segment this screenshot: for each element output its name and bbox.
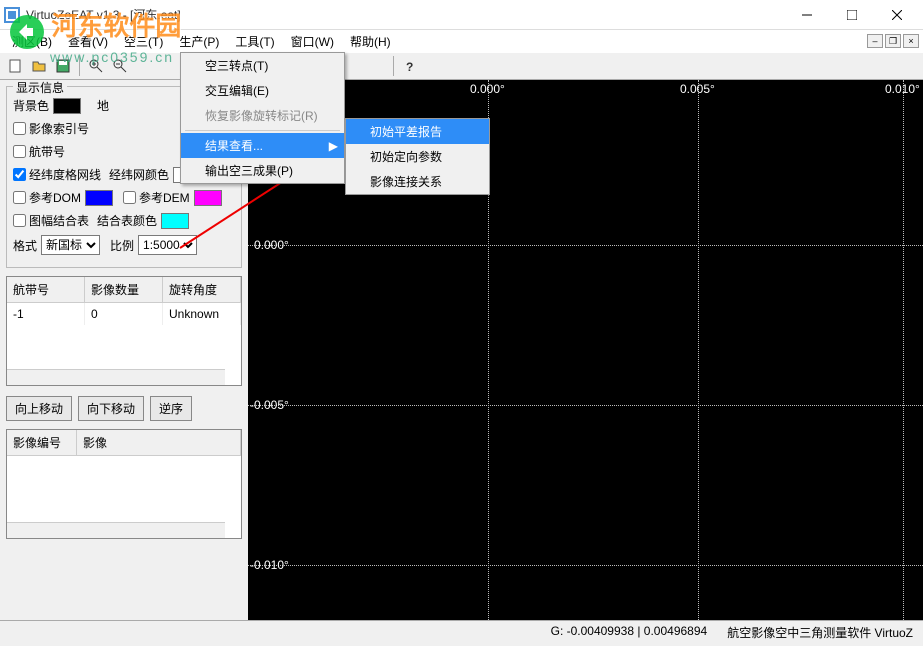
bgcolor-label: 背景色 — [13, 97, 49, 114]
menuitem-initial-adjustment[interactable]: 初始平差报告 — [346, 119, 489, 144]
strip-no-checkbox[interactable] — [13, 145, 26, 158]
scrollbar-horizontal[interactable] — [7, 522, 225, 538]
status-coords: G: -0.00409938 | 0.00496894 — [551, 624, 708, 641]
maximize-button[interactable] — [829, 1, 874, 29]
menu-view[interactable]: 查看(V) — [60, 31, 116, 52]
sheet-table-checkbox[interactable] — [13, 214, 26, 227]
scale-label: 比例 — [110, 237, 134, 254]
bgcolor-swatch[interactable] — [53, 98, 81, 114]
th-count: 影像数量 — [85, 277, 163, 302]
titlebar: VirtuoZoEAT v1.3 - [河东.eat] — [0, 0, 923, 30]
scrollbar-horizontal[interactable] — [7, 369, 225, 385]
th-rot: 旋转角度 — [163, 277, 241, 302]
menu-help[interactable]: 帮助(H) — [342, 31, 399, 52]
help-icon[interactable]: ? — [399, 55, 421, 77]
ref-dom-label: 参考DOM — [29, 189, 81, 206]
th-img: 影像 — [77, 430, 241, 455]
th-imgid: 影像编号 — [7, 430, 77, 455]
menu-area[interactable]: 测区(B) — [4, 31, 60, 52]
dem-color-swatch[interactable] — [194, 190, 222, 206]
menu-produce[interactable]: 生产(P) — [171, 31, 227, 52]
grid-color-label: 经纬网颜色 — [109, 166, 169, 183]
latlon-grid-label: 经纬度格网线 — [29, 166, 101, 183]
statusbar: G: -0.00409938 | 0.00496894 航空影像空中三角测量软件… — [0, 620, 923, 644]
save-icon[interactable] — [52, 55, 74, 77]
app-icon — [4, 7, 20, 23]
menuitem-image-connection[interactable]: 影像连接关系 — [346, 169, 489, 194]
menuitem-restore-rotation: 恢复影像旋转标记(R) — [181, 103, 344, 128]
sheet-color-label: 结合表颜色 — [97, 212, 157, 229]
strip-table: 航带号 影像数量 旋转角度 -1 0 Unknown — [6, 276, 242, 386]
move-down-button[interactable]: 向下移动 — [78, 396, 144, 421]
x-tick-2: 0.010° — [885, 82, 920, 96]
menuitem-view-results[interactable]: 结果查看... ▶ — [181, 133, 344, 158]
image-table: 影像编号 影像 — [6, 429, 242, 539]
menuitem-interactive-edit[interactable]: 交互编辑(E) — [181, 78, 344, 103]
menuitem-export-at[interactable]: 输出空三成果(P) — [181, 158, 344, 183]
format-label: 格式 — [13, 237, 37, 254]
format-select[interactable]: 新国标 — [41, 235, 100, 255]
menuitem-initial-orientation[interactable]: 初始定向参数 — [346, 144, 489, 169]
y-tick-0: 0.000° — [254, 238, 289, 252]
minimize-button[interactable] — [784, 1, 829, 29]
y-tick-2: -0.010° — [250, 558, 289, 572]
new-icon[interactable] — [4, 55, 26, 77]
y-tick-1: -0.005° — [250, 398, 289, 412]
ref-dem-checkbox[interactable] — [123, 191, 136, 204]
scale-select[interactable]: 1:5000 — [138, 235, 197, 255]
open-icon[interactable] — [28, 55, 50, 77]
image-index-label: 影像索引号 — [29, 120, 89, 137]
status-appname: 航空影像空中三角测量软件 VirtuoZ — [727, 624, 913, 641]
reverse-button[interactable]: 逆序 — [150, 396, 192, 421]
toolbar: ? — [0, 52, 923, 80]
menu-window[interactable]: 窗口(W) — [283, 31, 342, 52]
dom-color-swatch[interactable] — [85, 190, 113, 206]
mdi-close-button[interactable]: × — [903, 34, 919, 48]
sheet-color-swatch[interactable] — [161, 213, 189, 229]
menubar: 测区(B) 查看(V) 空三(T) 生产(P) 工具(T) 窗口(W) 帮助(H… — [0, 30, 923, 52]
image-index-checkbox[interactable] — [13, 122, 26, 135]
latlon-grid-checkbox[interactable] — [13, 168, 26, 181]
results-submenu: 初始平差报告 初始定向参数 影像连接关系 — [345, 118, 490, 195]
window-title: VirtuoZoEAT v1.3 - [河东.eat] — [26, 6, 784, 23]
x-tick-0: 0.000° — [470, 82, 505, 96]
mdi-restore-button[interactable]: ❐ — [885, 34, 901, 48]
strip-no-label: 航带号 — [29, 143, 65, 160]
svg-text:?: ? — [406, 60, 413, 74]
mdi-minimize-button[interactable]: – — [867, 34, 883, 48]
at-dropdown: 空三转点(T) 交互编辑(E) 恢复影像旋转标记(R) 结果查看... ▶ 输出… — [180, 52, 345, 184]
zoom-in-icon[interactable] — [85, 55, 107, 77]
sheet-table-label: 图幅结合表 — [29, 212, 89, 229]
group-legend: 显示信息 — [13, 80, 67, 96]
move-up-button[interactable]: 向上移动 — [6, 396, 72, 421]
submenu-arrow-icon: ▶ — [329, 139, 338, 153]
zoom-out-icon[interactable] — [109, 55, 131, 77]
x-tick-1: 0.005° — [680, 82, 715, 96]
table-row[interactable]: -1 0 Unknown — [7, 303, 241, 325]
th-strip: 航带号 — [7, 277, 85, 302]
close-button[interactable] — [874, 1, 919, 29]
menu-at[interactable]: 空三(T) — [116, 31, 171, 52]
ref-dom-checkbox[interactable] — [13, 191, 26, 204]
ref-dem-label: 参考DEM — [139, 189, 190, 206]
menu-tools[interactable]: 工具(T) — [227, 31, 282, 52]
menuitem-transfer-points[interactable]: 空三转点(T) — [181, 53, 344, 78]
ground-label: 地 — [97, 97, 109, 114]
